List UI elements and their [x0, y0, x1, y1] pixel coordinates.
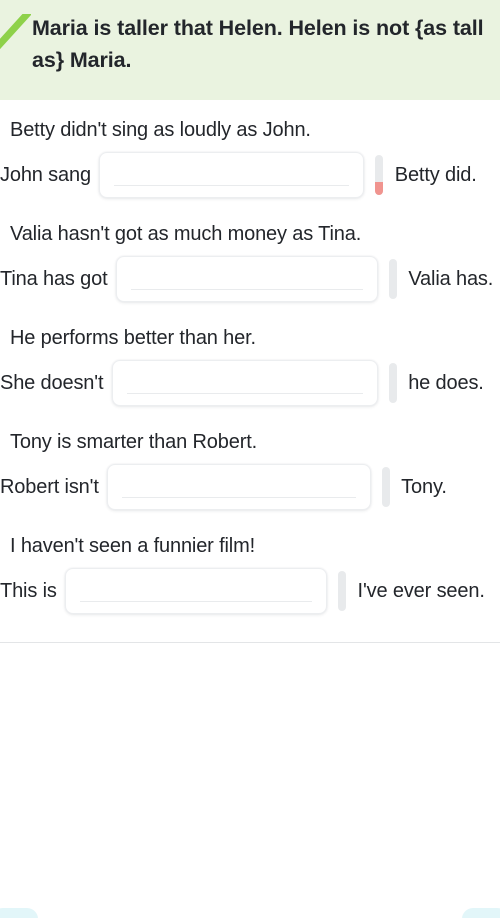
answer-prefix-text: Robert isn't	[0, 476, 105, 498]
exercise-answer-line: Tina has got Valia has.	[0, 256, 500, 308]
answer-prefix-text: John sang	[0, 164, 97, 186]
status-indicator	[388, 259, 397, 299]
bottom-partial-row	[0, 896, 500, 918]
answer-suffix-text: Tony.	[396, 476, 447, 498]
exercise-answer-line: This is I've ever seen.	[0, 568, 500, 620]
exercise-list: Betty didn't sing as loudly as John. Joh…	[0, 100, 500, 620]
exercise-prompt: He performs better than her.	[10, 327, 256, 349]
section-divider	[0, 642, 500, 643]
answer-input[interactable]	[65, 568, 328, 614]
exercise-prompt: Tony is smarter than Robert.	[10, 431, 258, 453]
exercise-answer-line: She doesn't he does.	[0, 360, 500, 412]
answer-suffix-text: Betty did.	[389, 164, 477, 186]
peek-chip-left[interactable]	[0, 908, 38, 918]
answer-input[interactable]	[99, 152, 365, 198]
exercise-answer-line: John sang Betty did.	[0, 152, 500, 204]
answered-sentence: Maria is taller that Helen. Helen is not…	[32, 16, 490, 72]
exercise-answer-line: Robert isn't Tony.	[0, 464, 500, 516]
status-indicator	[375, 155, 384, 195]
answer-suffix-text: I've ever seen.	[352, 580, 485, 602]
exercise-item: I haven't seen a funnier film! This is I…	[0, 516, 500, 620]
check-icon	[0, 12, 32, 54]
answer-input[interactable]	[107, 464, 372, 510]
status-indicator	[382, 467, 391, 507]
exercise-item: Valia hasn't got as much money as Tina. …	[0, 204, 500, 308]
answer-prefix-text: This is	[0, 580, 63, 602]
exercise-item: He performs better than her. She doesn't…	[0, 308, 500, 412]
status-indicator	[388, 363, 397, 403]
answer-input[interactable]	[115, 256, 378, 302]
exercise-item: Betty didn't sing as loudly as John. Joh…	[0, 100, 500, 204]
answer-suffix-text: he does.	[402, 372, 484, 394]
exercise-prompt: Betty didn't sing as loudly as John.	[10, 119, 311, 141]
answered-banner: Maria is taller that Helen. Helen is not…	[0, 0, 500, 100]
answer-input[interactable]	[111, 360, 378, 406]
exercise-prompt: Valia hasn't got as much money as Tina.	[10, 223, 362, 245]
status-indicator	[338, 571, 347, 611]
answer-prefix-text: Tina has got	[0, 268, 113, 290]
exercise-item: Tony is smarter than Robert. Robert isn'…	[0, 412, 500, 516]
peek-chip-right[interactable]	[462, 908, 500, 918]
exercise-prompt: I haven't seen a funnier film!	[10, 535, 256, 557]
answer-prefix-text: She doesn't	[0, 372, 109, 394]
answer-suffix-text: Valia has.	[402, 268, 494, 290]
